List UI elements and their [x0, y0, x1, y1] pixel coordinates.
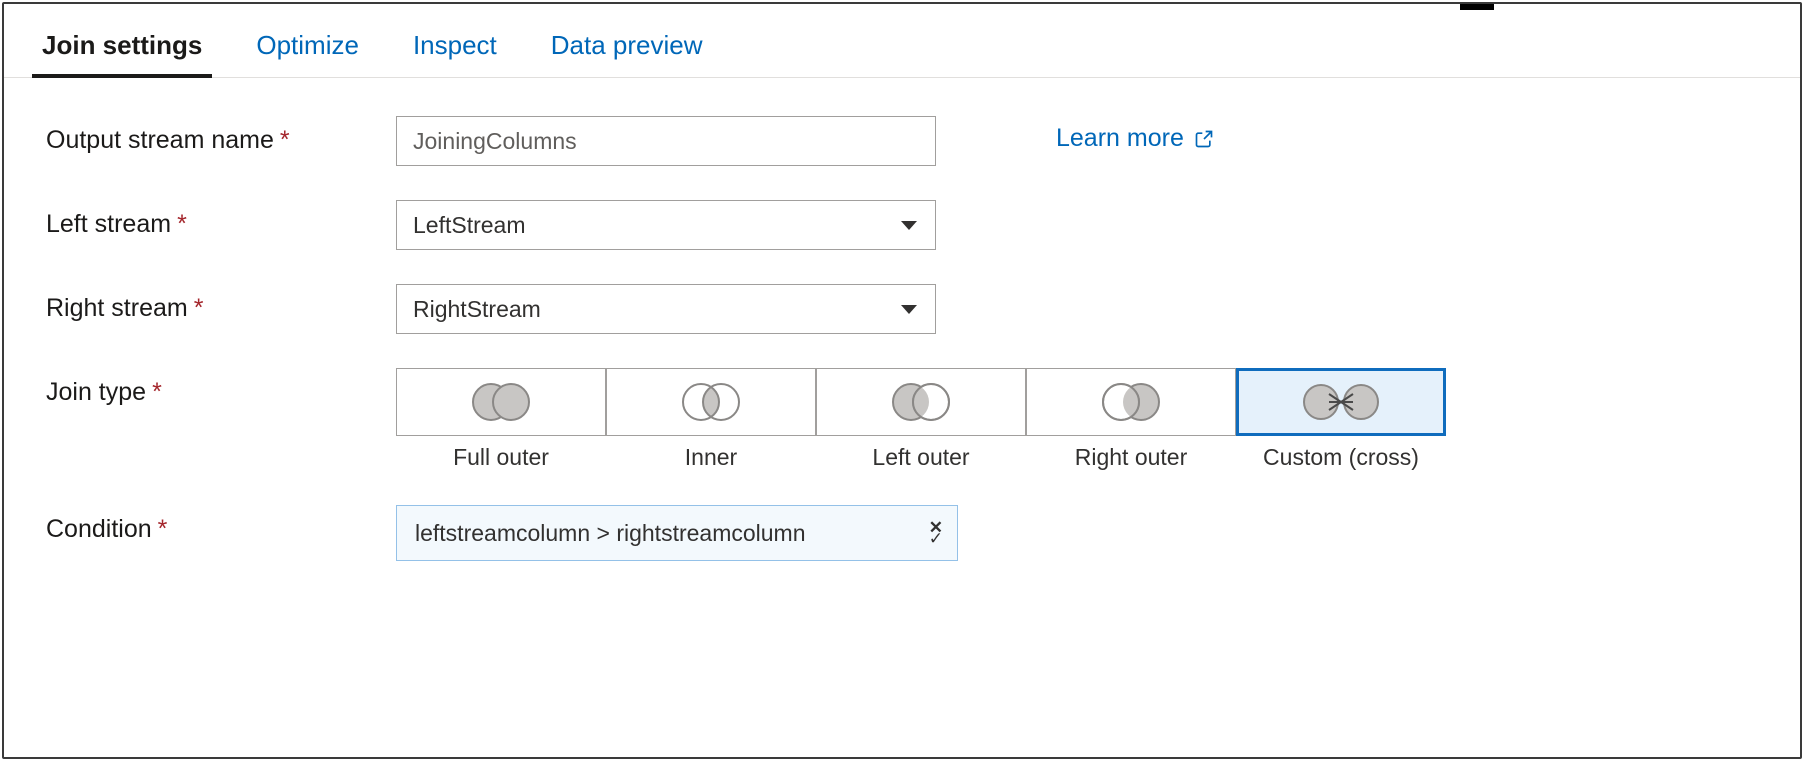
chevron-down-icon	[901, 305, 917, 314]
row-join-type: Join type* Full outer	[46, 368, 1758, 471]
label-text: Output stream name	[46, 126, 274, 154]
learn-more-text: Learn more	[1056, 124, 1184, 153]
control-right-stream: RightStream	[396, 284, 936, 334]
condition-expression-input[interactable]: leftstreamcolumn > rightstreamcolumn ✕ ✓	[396, 505, 958, 561]
external-link-icon	[1194, 129, 1214, 149]
form-area: Output stream name* Learn more Left stre…	[4, 78, 1800, 561]
join-caption: Right outer	[1075, 444, 1188, 471]
venn-full-outer-icon	[466, 381, 536, 423]
label-join-type: Join type*	[46, 368, 396, 407]
output-stream-name-input[interactable]	[396, 116, 936, 166]
commit-icon[interactable]: ✓	[929, 533, 943, 544]
select-value: RightStream	[413, 296, 541, 323]
join-option-custom-cross[interactable]: Custom (cross)	[1236, 368, 1446, 471]
label-output-stream-name: Output stream name*	[46, 116, 396, 155]
control-join-type: Full outer	[396, 368, 1446, 471]
learn-more-link[interactable]: Learn more	[1056, 116, 1214, 153]
control-output-stream-name	[396, 116, 936, 166]
label-right-stream: Right stream*	[46, 284, 396, 323]
venn-cross-icon	[1299, 381, 1383, 423]
join-option-inner[interactable]: Inner	[606, 368, 816, 471]
select-value: LeftStream	[413, 212, 526, 239]
join-option-full-outer[interactable]: Full outer	[396, 368, 606, 471]
join-option-box	[1236, 368, 1446, 436]
required-marker: *	[194, 294, 204, 322]
left-stream-select[interactable]: LeftStream	[396, 200, 936, 250]
row-output-stream-name: Output stream name* Learn more	[46, 116, 1758, 166]
resize-grip[interactable]	[1460, 2, 1494, 10]
join-option-box	[396, 368, 606, 436]
row-condition: Condition* leftstreamcolumn > rightstrea…	[46, 505, 1758, 561]
tab-join-settings[interactable]: Join settings	[38, 24, 206, 77]
tab-inspect[interactable]: Inspect	[409, 24, 501, 77]
label-text: Condition	[46, 515, 152, 543]
join-option-box	[606, 368, 816, 436]
label-left-stream: Left stream*	[46, 200, 396, 239]
tab-bar: Join settings Optimize Inspect Data prev…	[4, 4, 1800, 78]
control-left-stream: LeftStream	[396, 200, 936, 250]
venn-right-outer-icon	[1096, 381, 1166, 423]
join-option-left-outer[interactable]: Left outer	[816, 368, 1026, 471]
join-type-options: Full outer	[396, 368, 1446, 471]
join-caption: Custom (cross)	[1263, 444, 1419, 471]
join-caption: Inner	[685, 444, 737, 471]
join-option-box	[1026, 368, 1236, 436]
venn-left-outer-icon	[886, 381, 956, 423]
label-text: Join type	[46, 378, 146, 406]
row-left-stream: Left stream* LeftStream	[46, 200, 1758, 250]
chevron-down-icon	[901, 221, 917, 230]
condition-actions: ✕ ✓	[929, 522, 943, 544]
label-text: Right stream	[46, 294, 188, 322]
right-stream-select[interactable]: RightStream	[396, 284, 936, 334]
required-marker: *	[152, 378, 162, 406]
tab-data-preview[interactable]: Data preview	[547, 24, 707, 77]
join-option-right-outer[interactable]: Right outer	[1026, 368, 1236, 471]
row-right-stream: Right stream* RightStream	[46, 284, 1758, 334]
settings-panel: Join settings Optimize Inspect Data prev…	[2, 2, 1802, 759]
tab-optimize[interactable]: Optimize	[252, 24, 363, 77]
join-caption: Full outer	[453, 444, 549, 471]
label-text: Left stream	[46, 210, 171, 238]
required-marker: *	[177, 210, 187, 238]
required-marker: *	[280, 126, 290, 154]
join-option-box	[816, 368, 1026, 436]
join-caption: Left outer	[872, 444, 969, 471]
venn-inner-icon	[676, 381, 746, 423]
control-condition: leftstreamcolumn > rightstreamcolumn ✕ ✓	[396, 505, 958, 561]
condition-text: leftstreamcolumn > rightstreamcolumn	[415, 520, 929, 547]
label-condition: Condition*	[46, 505, 396, 544]
required-marker: *	[158, 515, 168, 543]
